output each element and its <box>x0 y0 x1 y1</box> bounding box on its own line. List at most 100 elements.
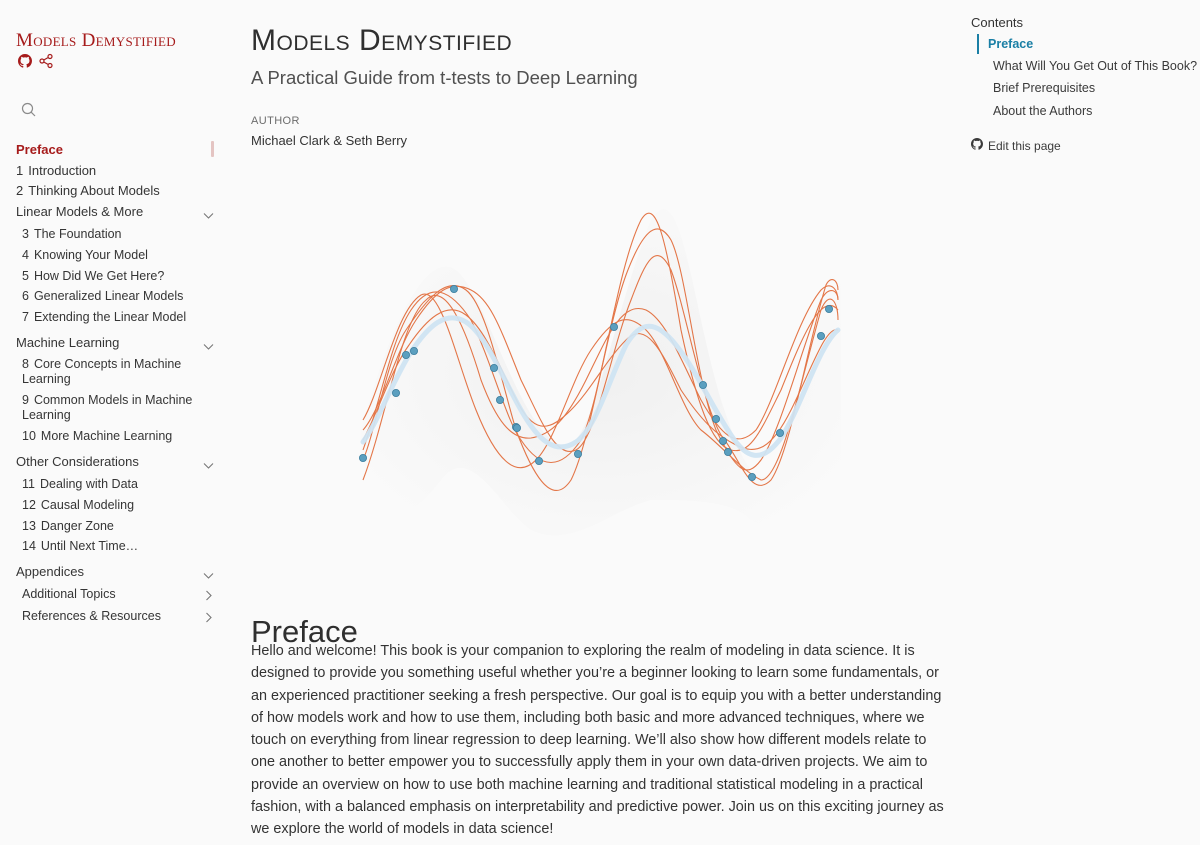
sidebar-item-knowing-your-model[interactable]: 4 Knowing Your Model <box>22 247 148 263</box>
page-subtitle: A Practical Guide from t-tests to Deep L… <box>251 67 638 88</box>
sidebar-item-references-resources[interactable]: References & Resources <box>22 608 161 624</box>
page-title: Models Demystified <box>251 24 513 57</box>
sidebar-item-label: Until Next Time… <box>40 539 139 553</box>
github-icon[interactable] <box>18 54 32 68</box>
sidebar-item-label: Core Concepts in Machine <box>33 357 182 371</box>
sidebar-item-num: 11 <box>22 477 35 491</box>
sidebar-item-more-machine-learning[interactable]: 10 More Machine Learning <box>22 428 172 444</box>
sidebar-section-machine-learning[interactable]: Machine Learning <box>16 335 119 351</box>
sidebar-item-num: 8 <box>22 357 29 371</box>
sidebar-item-num: 9 <box>22 393 29 407</box>
sidebar-item-num: 1 <box>16 163 24 178</box>
sidebar-item-num: 12 <box>22 498 36 512</box>
sidebar-section-other-considerations[interactable]: Other Considerations <box>16 454 139 470</box>
hero-curves-graphic <box>358 208 841 536</box>
sidebar-section-linear-models[interactable]: Linear Models & More <box>16 204 143 220</box>
chevron-right-icon[interactable] <box>205 610 213 628</box>
sidebar-item-label: Introduction <box>28 163 97 178</box>
data-point <box>402 350 411 359</box>
data-point <box>723 447 732 456</box>
data-point <box>747 472 756 481</box>
sidebar-item-label: The Foundation <box>33 227 122 241</box>
data-point <box>450 285 459 294</box>
sidebar-item-num: 5 <box>22 269 29 283</box>
sidebar-item-num: 13 <box>22 519 36 533</box>
author-name: Michael Clark & Seth Berry <box>251 133 408 148</box>
data-point <box>489 363 498 372</box>
sidebar-item-extending-the-linear-model[interactable]: 7 Extending the Linear Model <box>22 309 186 325</box>
sidebar-item-label: How Did We Get Here? <box>33 269 165 283</box>
sidebar-item-thinking-about-models[interactable]: 2 Thinking About Models <box>16 183 160 199</box>
sidebar-item-label: Additional Topics <box>22 587 116 601</box>
data-point <box>512 423 521 432</box>
preface-paragraph: Hello and welcome! This book is your com… <box>251 643 944 838</box>
brand-tools <box>18 53 54 69</box>
author-label: AUTHOR <box>251 115 300 127</box>
sidebar-item-dealing-with-data[interactable]: 11 Dealing with Data <box>22 476 138 492</box>
data-point <box>410 346 419 355</box>
sidebar-section-appendices[interactable]: Appendices <box>16 564 84 580</box>
github-icon <box>971 138 983 153</box>
sidebar-item-causal-modeling[interactable]: 12 Causal Modeling <box>22 497 134 513</box>
data-point <box>358 453 367 462</box>
sidebar-item-num: 14 <box>22 539 36 553</box>
sidebar: Models Demystified Preface 1 Introduction… <box>0 0 222 845</box>
chevron-down-icon[interactable] <box>203 457 214 475</box>
data-point <box>718 436 727 445</box>
sidebar-scroll-indicator[interactable] <box>211 141 214 157</box>
edit-page-link[interactable]: Edit this page <box>971 138 1061 153</box>
data-point <box>824 305 833 314</box>
sidebar-item-label: Common Models in Machine <box>33 393 193 407</box>
sidebar-item-preface[interactable]: Preface <box>16 142 63 158</box>
sidebar-item-label-cont: Learning <box>22 408 71 422</box>
chevron-down-icon[interactable] <box>203 338 214 356</box>
sidebar-item-num: 10 <box>22 429 36 443</box>
edit-page-label: Edit this page <box>988 138 1061 153</box>
sidebar-item-label: Dealing with Data <box>39 477 138 491</box>
sidebar-item-num: 3 <box>22 227 29 241</box>
sidebar-item-num: 4 <box>22 248 29 262</box>
sidebar-item-num: 7 <box>22 310 29 324</box>
sidebar-item-label: Thinking About Models <box>28 183 160 198</box>
data-point <box>711 414 720 423</box>
sidebar-item-label: References & Resources <box>22 609 161 623</box>
toc-item-brief-prerequisites[interactable]: Brief Prerequisites <box>993 81 1095 95</box>
sidebar-item-label: More Machine Learning <box>40 429 173 443</box>
chevron-down-icon[interactable] <box>203 207 214 225</box>
toc-item-about-the-authors[interactable]: About the Authors <box>993 104 1092 118</box>
sidebar-item-label: Danger Zone <box>40 519 114 533</box>
sidebar-item-label: Generalized Linear Models <box>33 289 184 303</box>
data-point <box>573 449 582 458</box>
sidebar-item-danger-zone[interactable]: 13 Danger Zone <box>22 518 114 534</box>
data-point <box>392 388 401 397</box>
sidebar-item-the-foundation[interactable]: 3 The Foundation <box>22 226 122 242</box>
hero-image <box>351 180 851 555</box>
sidebar-item-additional-topics[interactable]: Additional Topics <box>22 586 116 602</box>
data-point <box>495 395 504 404</box>
toc-active-indicator <box>977 34 979 54</box>
toc-item-what-will-you-get[interactable]: What Will You Get Out of This Book? <box>993 59 1197 73</box>
toc-title: Contents <box>971 15 1024 30</box>
brand-title[interactable]: Models Demystified <box>16 30 176 52</box>
sidebar-item-generalized-linear-models[interactable]: 6 Generalized Linear Models <box>22 288 183 304</box>
chevron-right-icon[interactable] <box>205 588 213 606</box>
sidebar-item-num: 6 <box>22 289 29 303</box>
share-icon[interactable] <box>38 53 54 69</box>
sidebar-item-how-did-we-get-here[interactable]: 5 How Did We Get Here? <box>22 268 164 284</box>
data-point <box>609 322 618 331</box>
chevron-down-icon[interactable] <box>203 567 214 585</box>
sidebar-item-label: Knowing Your Model <box>33 248 148 262</box>
sidebar-item-until-next-time[interactable]: 14 Until Next Time… <box>22 538 138 554</box>
sidebar-item-num: 2 <box>16 183 24 198</box>
data-point <box>534 456 543 465</box>
search-icon[interactable] <box>21 102 37 123</box>
sidebar-item-label: Preface <box>16 142 63 157</box>
sidebar-item-introduction[interactable]: 1 Introduction <box>16 163 96 179</box>
data-point <box>775 428 784 437</box>
sidebar-item-common-models[interactable]: 9 Common Models in Machine Learning <box>22 393 192 423</box>
sidebar-item-label: Extending the Linear Model <box>33 310 187 324</box>
toc-item-preface[interactable]: Preface <box>988 37 1033 51</box>
data-point <box>698 380 707 389</box>
sidebar-item-core-concepts[interactable]: 8 Core Concepts in Machine Learning <box>22 357 181 387</box>
data-point <box>816 331 825 340</box>
